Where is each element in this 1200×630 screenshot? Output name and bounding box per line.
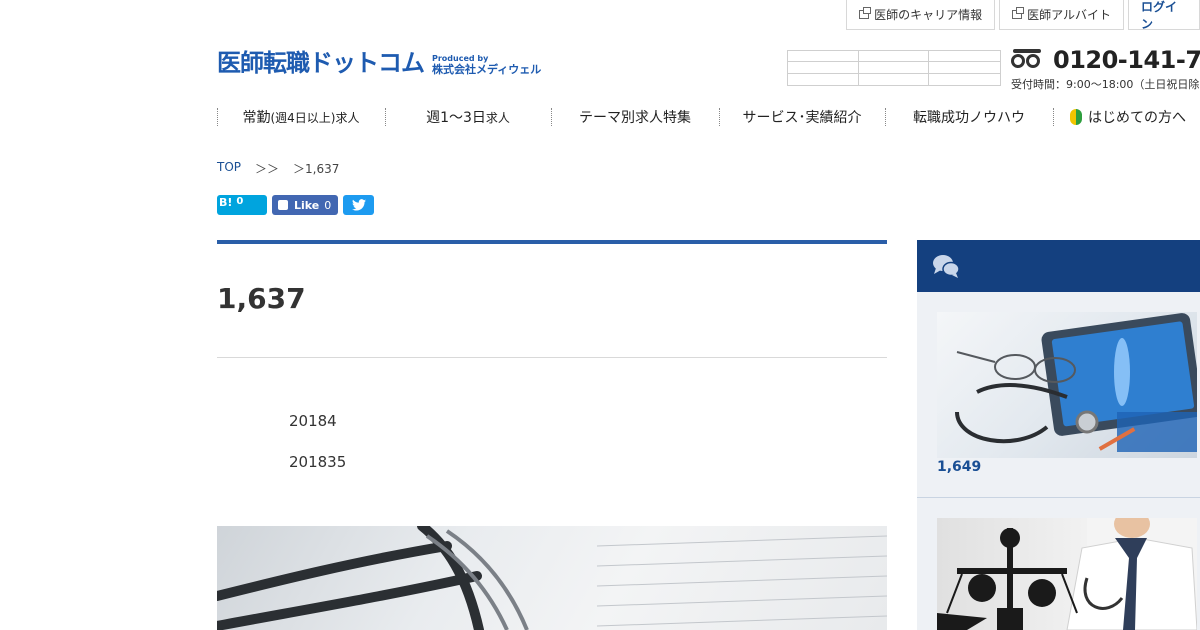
chat-bubbles-icon (933, 255, 960, 278)
sidebar-article-image-2[interactable] (937, 518, 1197, 630)
logo-text: 医師転職ドットコム (217, 49, 425, 77)
twitter-bird-icon (351, 199, 366, 211)
utility-links: 医師のキャリア情報 医師アルバイト ログイン (842, 0, 1200, 31)
freedial-icon (1011, 49, 1047, 71)
hatena-bookmark-button[interactable]: B! 0 (217, 195, 267, 215)
nav-success-knowhow[interactable]: 転職成功ノウハウ (885, 103, 1053, 131)
sidebar-header (917, 240, 1200, 292)
breadcrumb-top-link[interactable]: TOP (217, 160, 241, 177)
sidebar-divider (917, 497, 1200, 498)
sidebar: 1,649 (917, 240, 1200, 630)
phone-contact[interactable]: 0120-141-74 (1011, 46, 1200, 74)
twitter-share-button[interactable] (343, 195, 374, 215)
sidebar-article-label-1[interactable]: 1,649 (937, 459, 981, 475)
divider (217, 357, 887, 358)
nav-parttime-jobs[interactable]: 週1〜3日 求人 (385, 103, 551, 131)
site-logo[interactable]: 医師転職ドットコム Produced by 株式会社メディウェル (217, 48, 541, 78)
article-top-bar (217, 240, 887, 244)
breadcrumb: TOP ＞＞ ＞1,637 (217, 160, 339, 177)
published-date: 20184 (289, 412, 337, 430)
share-buttons: B! 0 Like 0 (217, 195, 374, 215)
updated-date: 201835 (289, 453, 347, 471)
sidebar-article-image-1[interactable] (937, 312, 1197, 458)
part-time-link[interactable]: 医師アルバイト (999, 0, 1124, 30)
logo-subtitle: Produced by 株式会社メディウェル (432, 54, 542, 76)
phone-number: 0120-141-74 (1053, 46, 1200, 74)
facebook-like-button[interactable]: Like 0 (272, 195, 338, 215)
breadcrumb-separator: ＞＞ (255, 162, 280, 176)
main-nav: 常勤 (週4日以上) 求人 週1〜3日 求人 テーマ別求人特集 サービス･実績紹介 転… (217, 103, 1200, 131)
nav-theme-features[interactable]: テーマ別求人特集 (551, 103, 719, 131)
external-link-icon (1012, 7, 1025, 19)
career-info-link[interactable]: 医師のキャリア情報 (846, 0, 996, 30)
external-link-icon (859, 7, 872, 19)
header-banner-grid (787, 50, 1001, 86)
nav-beginners[interactable]: はじめての方へ (1053, 103, 1200, 131)
breadcrumb-current: ＞1,637 (293, 162, 340, 176)
article-title: 1,637 (217, 282, 306, 315)
nav-services[interactable]: サービス･実績紹介 (719, 103, 885, 131)
thumbs-up-icon (278, 200, 288, 210)
beginner-mark-icon (1070, 109, 1082, 125)
reception-hours: 受付時間：9:00〜18:00（土日祝日除 (1011, 78, 1200, 91)
login-link[interactable]: ログイン (1128, 0, 1200, 31)
nav-fulltime-jobs[interactable]: 常勤 (週4日以上) 求人 (217, 103, 385, 131)
article-hero-image (217, 526, 887, 630)
